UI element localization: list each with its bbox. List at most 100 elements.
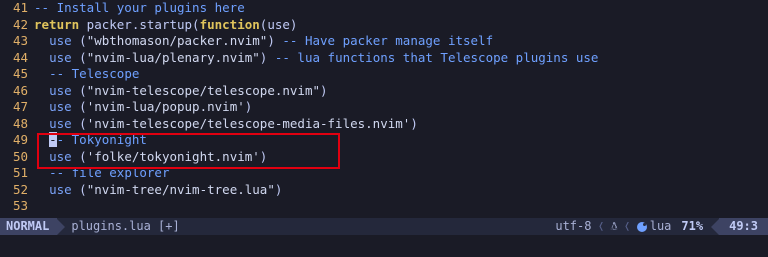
- powerline-separator-icon: [711, 218, 720, 235]
- code-token: use: [49, 99, 72, 114]
- line-number: 48: [12, 115, 28, 131]
- line-content[interactable]: -- file explorer: [34, 165, 169, 182]
- code-token: - Tokyonight: [56, 132, 147, 147]
- code-token: ): [259, 148, 268, 164]
- statusline: NORMAL plugins.lua [+] utf-8 ❬ 🐧︎ ❬ lua …: [0, 218, 768, 235]
- line-content[interactable]: return packer.startup(function(use): [34, 17, 297, 34]
- code-token: use: [49, 181, 72, 197]
- code-line[interactable]: 41 -- Install your plugins here: [0, 0, 768, 17]
- code-token: (: [71, 115, 87, 131]
- code-line[interactable]: 46 use ("nvim-telescope/telescope.nvim"): [0, 83, 768, 100]
- line-number: 43: [12, 33, 28, 48]
- code-line[interactable]: 42 return packer.startup(function(use): [0, 17, 768, 34]
- line-content[interactable]: use ("nvim-lua/plenary.nvim") -- lua fun…: [34, 50, 598, 67]
- line-number: 53: [12, 198, 28, 213]
- text-cursor: -: [49, 132, 57, 147]
- code-token: -- Telescope: [49, 66, 140, 81]
- line-number: 45: [12, 66, 28, 81]
- code-token: use: [49, 49, 72, 65]
- command-line[interactable]: [0, 235, 768, 257]
- line-number: 46: [12, 82, 28, 98]
- code-token: "nvim-tree/nvim-tree.lua": [86, 181, 275, 197]
- code-token: 'nvim-telescope/telescope-media-files.nv…: [86, 115, 411, 131]
- line-content[interactable]: -- Tokyonight: [34, 132, 147, 149]
- code-token: return: [34, 16, 80, 32]
- line-content[interactable]: use ('folke/tokyonight.nvim'): [34, 149, 267, 166]
- code-line[interactable]: 48 use ('nvim-telescope/telescope-media-…: [0, 116, 768, 133]
- editor-window[interactable]: 41 -- Install your plugins here 42 return p…: [0, 0, 768, 257]
- code-token: "nvim-telescope/telescope.nvim": [86, 82, 320, 98]
- code-line[interactable]: 51 -- file explorer: [0, 165, 768, 182]
- line-number: 44: [12, 49, 28, 65]
- code-token: (: [71, 181, 87, 197]
- code-token: ): [267, 33, 283, 48]
- line-content[interactable]: -- Install your plugins here: [34, 0, 245, 17]
- code-token: -- lua functions that Telescope plugins …: [274, 49, 599, 65]
- code-line[interactable]: 53: [0, 198, 768, 215]
- filetype-text: lua: [649, 219, 672, 233]
- line-content[interactable]: use ("nvim-tree/nvim-tree.lua"): [34, 182, 282, 199]
- code-token: ): [259, 49, 275, 65]
- line-content[interactable]: use ('nvim-telescope/telescope-media-fil…: [34, 116, 418, 133]
- file-name: plugins.lua [+]: [71, 219, 180, 233]
- code-token: use: [49, 148, 72, 164]
- line-content[interactable]: use ("wbthomason/packer.nvim") -- Have p…: [34, 33, 493, 50]
- code-token: ): [410, 115, 418, 131]
- code-token: 'nvim-lua/popup.nvim': [86, 99, 245, 114]
- line-content[interactable]: use ('nvim-lua/popup.nvim'): [34, 99, 252, 116]
- code-token: ): [320, 82, 328, 98]
- encoding-label: utf-8: [555, 219, 592, 233]
- code-token: (: [71, 82, 87, 98]
- code-line[interactable]: 43 use ("wbthomason/packer.nvim") -- Hav…: [0, 33, 768, 50]
- line-number: 52: [12, 181, 28, 197]
- cursor-position: 49:3: [719, 218, 768, 235]
- code-token: "nvim-lua/plenary.nvim": [86, 49, 260, 65]
- code-token: function: [199, 16, 260, 32]
- code-token: "wbthomason/packer.nvim": [86, 33, 268, 48]
- code-token: packer.startup(: [79, 16, 200, 32]
- code-line[interactable]: 49 -- Tokyonight: [0, 132, 768, 149]
- code-token: 'folke/tokyonight.nvim': [86, 148, 260, 164]
- line-number: 47: [12, 99, 28, 114]
- line-content[interactable]: use ("nvim-telescope/telescope.nvim"): [34, 82, 328, 100]
- code-token: -- Have packer manage itself: [282, 33, 494, 48]
- line-number: 50: [12, 148, 28, 164]
- line-content[interactable]: -- Telescope: [34, 66, 139, 83]
- line-number: 51: [12, 165, 28, 180]
- chevron-left-icon: ❬: [597, 219, 605, 233]
- lua-icon: [636, 221, 647, 232]
- line-number: 41: [12, 0, 28, 15]
- code-token: (: [71, 99, 87, 114]
- code-token: use: [49, 82, 72, 98]
- code-line[interactable]: 50 use ('folke/tokyonight.nvim'): [0, 149, 768, 166]
- code-token: -- file explorer: [49, 165, 170, 180]
- code-line[interactable]: 45 -- Telescope: [0, 66, 768, 83]
- code-token: (: [71, 148, 87, 164]
- code-buffer[interactable]: 41 -- Install your plugins here 42 return p…: [0, 0, 768, 215]
- code-line[interactable]: 52 use ("nvim-tree/nvim-tree.lua"): [0, 182, 768, 199]
- code-token: (: [71, 49, 87, 65]
- code-token: ): [244, 99, 253, 114]
- line-number: 49: [12, 132, 28, 147]
- mode-indicator: NORMAL: [0, 218, 58, 235]
- scroll-percent: 71%: [681, 219, 704, 233]
- code-line[interactable]: 44 use ("nvim-lua/plenary.nvim") -- lua …: [0, 50, 768, 67]
- linux-penguin-icon: 🐧︎: [610, 220, 618, 233]
- chevron-left-icon: ❬: [623, 219, 631, 233]
- line-number: 42: [12, 16, 28, 32]
- code-token: (use): [259, 16, 298, 32]
- code-token: ): [274, 181, 283, 197]
- code-line[interactable]: 47 use ('nvim-lua/popup.nvim'): [0, 99, 768, 116]
- powerline-separator-icon: [57, 218, 66, 235]
- code-token: use: [49, 115, 72, 131]
- code-token: (: [71, 33, 87, 48]
